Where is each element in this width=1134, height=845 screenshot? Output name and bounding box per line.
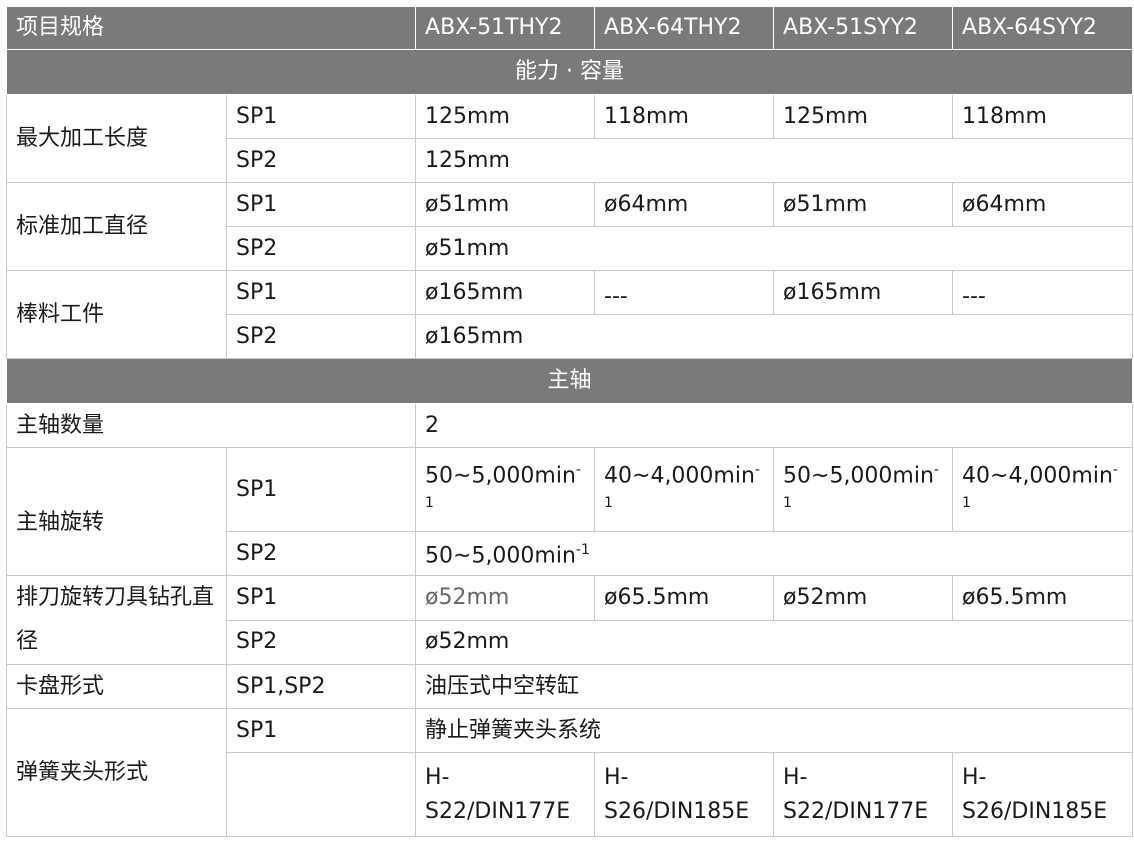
exp-sign: -: [933, 462, 939, 479]
table-row: 标准加工直径 SP1 ø51mm ø64mm ø51mm ø64mm: [6, 182, 1134, 271]
sp-label: SP2: [225, 619, 417, 665]
row-label-chuck-type: 卡盘形式: [6, 664, 227, 709]
exp-digit: 1: [783, 494, 792, 511]
collet-prefix: H-: [783, 764, 808, 790]
sp-label: SP2: [225, 314, 417, 359]
table-cell: 40~4,000min- 1: [952, 447, 1134, 532]
table-cell: 静止弹簧夹头系统: [415, 708, 1134, 753]
table-cell: 125mm: [415, 138, 1134, 183]
row-label-collet-type: 弹簧夹头形式: [6, 708, 227, 837]
row-label-max-length: 最大加工长度: [6, 94, 227, 183]
row-label-std-diameter: 标准加工直径: [6, 182, 227, 271]
sp-label: SP1,SP2: [225, 664, 417, 709]
collet-prefix: H-: [604, 764, 629, 790]
collet-value: S26/DIN185E: [604, 798, 750, 824]
table-cell: ø52mm: [415, 575, 596, 621]
exp-digit: 1: [604, 494, 613, 511]
table-cell: ø165mm: [415, 314, 1134, 359]
table-row: 排刀旋转刀具钻孔直径 SP1 ø52mm ø65.5mm ø52mm ø65.5…: [6, 575, 1134, 665]
section-row: 能力 · 容量: [5, 49, 1134, 95]
table-cell: 油压式中空转缸: [415, 664, 1134, 709]
table-cell: ø51mm: [415, 182, 596, 227]
table-cell: 125mm: [773, 94, 954, 139]
header-row: 项目规格 ABX-51THY2 ABX-64THY2 ABX-51SYY2 AB…: [5, 6, 1134, 50]
collet-value: S22/DIN177E: [783, 798, 929, 824]
sp-label: SP1: [225, 182, 417, 227]
speed-value: 50~5,000min: [425, 463, 576, 489]
speed-value: 50~5,000min: [425, 543, 576, 569]
exp-digit: 1: [425, 494, 434, 511]
collet-prefix: H-: [962, 764, 987, 790]
table-cell: ø65.5mm: [952, 575, 1134, 621]
table-cell: H- S22/DIN177E: [415, 752, 596, 837]
table-row: 卡盘形式 SP1,SP2 油压式中空转缸: [6, 664, 1134, 709]
table-row: 最大加工长度 SP1 125mm 118mm 125mm 118mm: [6, 94, 1134, 183]
table-cell: ø51mm: [415, 226, 1134, 271]
table-cell: H- S26/DIN185E: [952, 752, 1134, 837]
table-cell: ø165mm: [773, 270, 954, 315]
table-cell: ø165mm: [415, 270, 596, 315]
table-cell: ø51mm: [773, 182, 954, 227]
table-cell: ø64mm: [952, 182, 1134, 227]
table-cell: ---: [594, 270, 775, 315]
section-spindle: 主轴: [5, 358, 1134, 404]
row-label-spindle-count: 主轴数量: [5, 403, 417, 448]
speed-value: 40~4,000min: [604, 463, 755, 489]
row-label-bar-work: 棒料工件: [6, 270, 227, 359]
section-row: 主轴: [5, 358, 1134, 404]
sp-label: SP2: [225, 531, 417, 576]
exp-sign: -: [575, 462, 581, 479]
header-model-2: ABX-64THY2: [594, 6, 775, 50]
sp-label: SP1: [225, 447, 417, 532]
sp-label: SP2: [225, 138, 417, 183]
speed-value: 40~4,000min: [962, 463, 1113, 489]
table-cell: 118mm: [594, 94, 775, 139]
exp-digit: 1: [962, 494, 971, 511]
dash-placeholder: ---: [962, 283, 986, 309]
sp-label: SP1: [225, 575, 417, 621]
header-spec-item: 项目规格: [5, 6, 417, 50]
table-cell: 2: [415, 403, 1134, 448]
header-model-1: ABX-51THY2: [415, 6, 596, 50]
table-cell: 118mm: [952, 94, 1134, 139]
sp-label: SP1: [225, 94, 417, 139]
table-row: 弹簧夹头形式 SP1 静止弹簧夹头系统: [6, 708, 1134, 837]
spec-table: 项目规格 ABX-51THY2 ABX-64THY2 ABX-51SYY2 AB…: [5, 6, 1134, 837]
table-cell: H- S26/DIN185E: [594, 752, 775, 837]
dash-placeholder: ---: [604, 283, 628, 309]
row-label-spindle-speed: 主轴旋转: [6, 447, 227, 576]
exp-sign: -: [1112, 462, 1118, 479]
table-cell: ø64mm: [594, 182, 775, 227]
collet-prefix: H-: [425, 764, 450, 790]
header-model-3: ABX-51SYY2: [773, 6, 954, 50]
table-cell: ø52mm: [415, 619, 1134, 665]
speed-value: 50~5,000min: [783, 463, 934, 489]
exp: -1: [575, 542, 590, 559]
exp-sign: -: [754, 462, 760, 479]
table-cell: 50~5,000min- 1: [415, 447, 596, 532]
header-model-4: ABX-64SYY2: [952, 6, 1134, 50]
table-cell: 40~4,000min- 1: [594, 447, 775, 532]
sp-label: SP1: [225, 708, 417, 753]
table-cell: ø52mm: [773, 575, 954, 621]
table-cell: 50~5,000min- 1: [773, 447, 954, 532]
table-row: 主轴旋转 SP1 50~5,000min- 1 40~4,000min- 1 50~…: [6, 447, 1134, 576]
table-row: 主轴数量 2: [5, 403, 1134, 448]
table-cell: 50~5,000min-1: [415, 531, 1134, 576]
table-cell: ---: [952, 270, 1134, 315]
table-cell: ø65.5mm: [594, 575, 775, 621]
collet-value: S22/DIN177E: [425, 798, 571, 824]
collet-value: S26/DIN185E: [962, 798, 1108, 824]
section-capacity: 能力 · 容量: [5, 49, 1134, 95]
table-cell: 125mm: [415, 94, 596, 139]
sp-label: SP2: [225, 226, 417, 271]
table-row: 棒料工件 SP1 ø165mm --- ø165mm ---: [6, 270, 1134, 359]
sp-label-empty: [225, 752, 417, 837]
table-cell: H- S22/DIN177E: [773, 752, 954, 837]
row-label-gang-drill: 排刀旋转刀具钻孔直径: [6, 575, 227, 665]
sp-label: SP1: [225, 270, 417, 315]
